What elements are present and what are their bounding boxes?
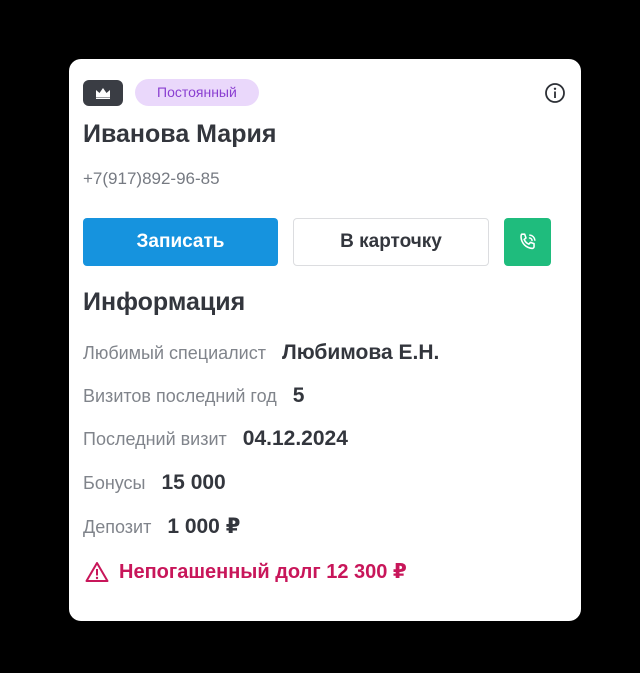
info-row-last-visit: Последний визит 04.12.2024	[83, 427, 348, 455]
info-icon[interactable]	[544, 82, 566, 104]
crown-icon	[96, 88, 110, 99]
info-row-visits-last-year: Визитов последний год 5	[83, 384, 304, 412]
book-button-label: Записать	[136, 231, 225, 252]
call-button[interactable]	[504, 218, 551, 266]
warning-icon	[85, 561, 109, 582]
book-button[interactable]: Записать	[83, 218, 278, 266]
info-value: 04.12.2024	[242, 427, 348, 450]
client-phone: +7(917)892-96-85	[83, 169, 220, 188]
info-label: Бонусы	[83, 473, 146, 493]
phone-icon	[519, 233, 536, 250]
info-row-deposit: Депозит 1 000 ₽	[83, 514, 240, 542]
info-label: Депозит	[83, 517, 152, 537]
open-card-button-label: В карточку	[340, 231, 442, 252]
info-value: Любимова Е.Н.	[281, 341, 440, 364]
info-label: Последний визит	[83, 429, 227, 449]
client-card: Постоянный Иванова Мария +7(917)892-96-8…	[69, 59, 581, 621]
open-card-button[interactable]: В карточку	[293, 218, 489, 266]
debt-alert: Непогашенный долг 12 300 ₽	[85, 559, 407, 584]
debt-alert-text: Непогашенный долг 12 300 ₽	[119, 561, 407, 583]
info-value: 15 000	[161, 471, 226, 494]
status-badge: Постоянный	[135, 79, 259, 106]
client-name: Иванова Мария	[83, 120, 277, 148]
info-label: Любимый специалист	[83, 343, 266, 363]
info-value: 1 000 ₽	[167, 515, 241, 538]
vip-badge	[83, 80, 123, 106]
info-label: Визитов последний год	[83, 386, 277, 406]
info-value: 5	[292, 384, 305, 407]
info-section-title: Информация	[83, 288, 246, 316]
info-row-bonuses: Бонусы 15 000	[83, 471, 226, 499]
info-row-favorite-specialist: Любимый специалист Любимова Е.Н.	[83, 341, 439, 369]
